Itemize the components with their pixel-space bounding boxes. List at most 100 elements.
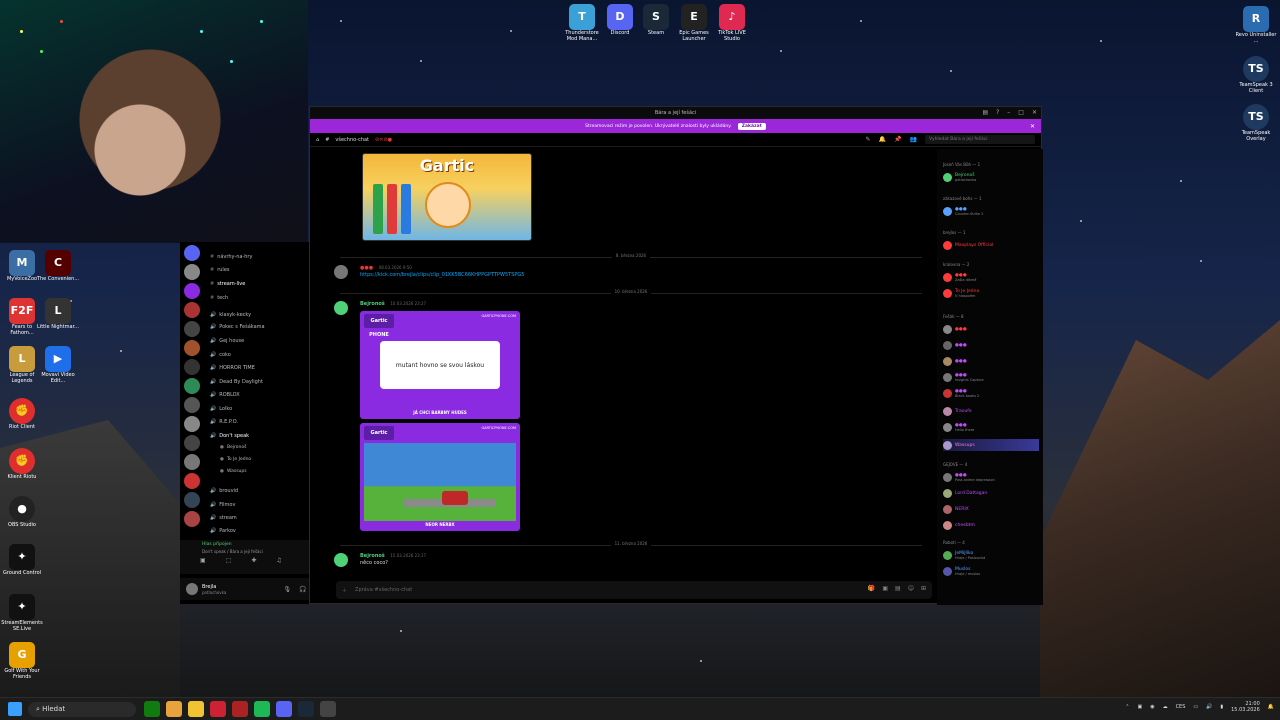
spotify-icon[interactable] — [254, 701, 270, 717]
member-item[interactable]: Bejronoš potlachovka — [943, 171, 976, 183]
server-icon[interactable] — [184, 378, 200, 394]
members-icon[interactable]: 👥 — [910, 136, 917, 143]
avatar[interactable] — [334, 265, 348, 279]
gift-icon[interactable]: 🎁 — [868, 585, 875, 592]
teamspeak-shortcut[interactable]: TS TeamSpeak 3 Client — [1234, 56, 1278, 94]
close-button[interactable]: ✕ — [1032, 109, 1037, 116]
member-item[interactable]: ●●● Zašla dikmě — [943, 271, 976, 283]
volume-icon[interactable]: 🔊 — [1206, 704, 1212, 710]
headphones-icon[interactable]: 🎧 — [299, 586, 306, 593]
clock[interactable]: 21:00 15.03.2026 — [1231, 701, 1260, 713]
pin-icon[interactable]: 📌 — [894, 136, 901, 143]
member-item[interactable]: Wassups — [943, 439, 1039, 451]
voice-channel-item[interactable]: 🔊 Dead By Daylight — [210, 377, 263, 386]
gartic-card[interactable]: Gartic PHONE GARTICPHONE.COM mutant hovn… — [360, 311, 520, 419]
tray-app-icon[interactable]: ▣ — [1137, 704, 1142, 710]
voice-channel-item[interactable]: 🔊 coko — [210, 350, 231, 359]
mic-icon[interactable]: 🎙 — [284, 586, 292, 593]
member-item[interactable]: JeMiJílko Hraje / Poslouchá — [943, 549, 985, 561]
disable-streamer-mode-button[interactable]: Zakázat — [737, 122, 766, 130]
obs-shortcut[interactable]: ● OBS Studio — [0, 496, 44, 529]
voice-channel-item[interactable]: 🔊 Lolko — [210, 404, 232, 413]
member-item[interactable]: ●●● Insights Capture — [943, 371, 984, 383]
riot-client-shortcut[interactable]: ✊ Klient Riotu — [0, 448, 44, 481]
sticker-icon[interactable]: ▤ — [895, 585, 901, 592]
member-item[interactable]: Muslos Hraje / muslos — [943, 565, 980, 577]
notifications-icon[interactable]: 🔔 — [1268, 704, 1274, 710]
voice-channel-item[interactable]: 🔊 klasyk-kecky — [210, 310, 251, 319]
member-item[interactable]: ●●● Counter-Strike 2 — [943, 205, 983, 217]
gartic-card[interactable]: Gartic PHONE GARTICPHONE.COM NEOR NERBX — [360, 423, 520, 531]
screen-share-icon[interactable]: ⬚ — [226, 557, 232, 564]
activity-icon[interactable]: ✚ — [251, 557, 256, 564]
threads-button[interactable]: ✎ — [866, 136, 871, 143]
channel-item[interactable]: # návrhy-na-hry — [210, 252, 252, 261]
member-item[interactable]: To Je Jedno V hlasovém — [943, 287, 979, 299]
minimize-button[interactable]: – — [1007, 109, 1010, 116]
server-icon[interactable] — [184, 511, 200, 527]
riot-shortcut[interactable]: ✊ Riot Client — [0, 398, 44, 431]
taskbar-search[interactable]: ⌕ Hledat — [28, 702, 136, 717]
network-icon[interactable]: ▭ — [1193, 704, 1198, 710]
help-icon[interactable]: ? — [996, 109, 999, 116]
ground-control-shortcut[interactable]: ✦ Ground Control — [0, 544, 44, 577]
gartic-image[interactable]: Gartic — [362, 153, 532, 241]
message-link[interactable]: https://kick.com/brejla/clips/clip_01KK5… — [360, 272, 524, 278]
member-item[interactable]: Maxplays Official — [943, 239, 993, 251]
server-icon[interactable] — [184, 416, 200, 432]
convenience-shortcut[interactable]: C The Convenien... — [36, 250, 80, 283]
tiktok-shortcut[interactable]: ♪ TikTok LIVE Studio — [710, 4, 754, 42]
server-icon[interactable] — [184, 321, 200, 337]
voice-channel-item[interactable]: 🔊 stream — [210, 513, 237, 522]
xbox-icon[interactable] — [144, 701, 160, 717]
voice-channel-item[interactable]: 🔊 HORROR TIME — [210, 363, 255, 372]
golf-shortcut[interactable]: G Golf With Your Friends — [0, 642, 44, 680]
tray-chevron-icon[interactable]: ⌃ — [1125, 704, 1129, 710]
little-nightmares-shortcut[interactable]: L Little Nightmar... — [36, 298, 80, 331]
add-attachment-icon[interactable]: ＋ — [342, 587, 347, 594]
voice-channel-item[interactable]: 🔊 Pokec s Fešákama — [210, 322, 265, 331]
server-icon[interactable] — [184, 473, 200, 489]
member-item[interactable]: ●●● — [943, 355, 967, 367]
tray-app-icon[interactable]: ☁ — [1163, 704, 1168, 710]
channel-item[interactable]: # rules — [210, 265, 230, 274]
avatar[interactable] — [186, 583, 198, 595]
channel-item[interactable]: # tech — [210, 293, 228, 302]
discord-taskbar-icon[interactable] — [276, 701, 292, 717]
message-author[interactable]: Bejronoš — [360, 553, 385, 559]
apps-icon[interactable]: ⊞ — [921, 585, 926, 592]
movavi-shortcut[interactable]: ▶ Movavi Video Edit... — [36, 346, 80, 384]
member-item[interactable]: ●●● — [943, 323, 967, 335]
battery-icon[interactable]: ▮ — [1220, 704, 1223, 710]
explorer-icon[interactable] — [188, 701, 204, 717]
member-item[interactable]: ●●● — [943, 339, 967, 351]
member-item[interactable]: ●●● Hello there — [943, 421, 974, 433]
voice-channel-item[interactable]: 🔊 Don't speak — [210, 431, 249, 440]
voice-channel-item[interactable]: 🔊 brouvid — [210, 486, 238, 495]
server-icon[interactable] — [184, 492, 200, 508]
search-input[interactable]: Vyhledat Bára a její fešáci — [925, 135, 1035, 144]
app-icon[interactable] — [232, 701, 248, 717]
streamelements-shortcut[interactable]: ✦ StreamElements SE.Live — [0, 594, 44, 632]
message-author[interactable]: ●●● — [360, 265, 373, 271]
server-icon[interactable] — [184, 340, 200, 356]
windows-start-icon[interactable] — [8, 702, 22, 716]
server-icon[interactable] — [184, 397, 200, 413]
camera-icon[interactable]: ▣ — [200, 557, 206, 564]
maximize-button[interactable]: □ — [1018, 109, 1024, 116]
channel-item[interactable]: # stream-live — [210, 279, 245, 288]
message-input[interactable]: Zpráva #všechno-chat — [355, 587, 412, 593]
bell-icon[interactable]: 🔔 — [879, 136, 886, 143]
server-icon[interactable] — [184, 264, 200, 280]
avatar[interactable] — [334, 553, 348, 567]
voice-channel-item[interactable]: 🔊 Filmov — [210, 500, 235, 509]
member-item[interactable]: Traoufe — [943, 405, 972, 417]
member-item[interactable]: cheebtm — [943, 519, 975, 531]
voice-channel-item[interactable]: 🔊 Parkov — [210, 526, 236, 535]
server-icon[interactable] — [184, 454, 200, 470]
avatar[interactable] — [334, 301, 348, 315]
revo-shortcut[interactable]: R Revo Uninstaller ... — [1234, 6, 1278, 44]
steam-taskbar-icon[interactable] — [298, 701, 314, 717]
gif-icon[interactable]: ▣ — [882, 585, 888, 592]
opera-icon[interactable] — [210, 701, 226, 717]
